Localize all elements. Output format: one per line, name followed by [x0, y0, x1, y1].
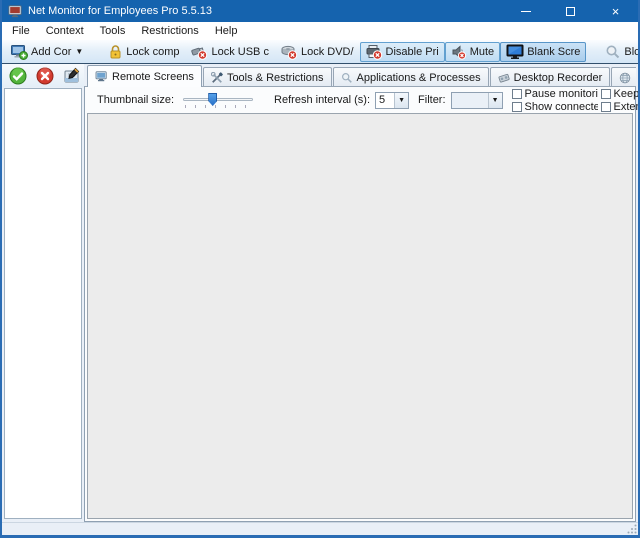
tab-strip: Remote Screens Tools & Restrictions: [84, 64, 636, 87]
chevron-down-icon: ▼: [75, 48, 83, 56]
thumbnails-area[interactable]: [87, 113, 633, 519]
window-controls: ×: [503, 0, 638, 22]
blank-screen-button[interactable]: Blank Scre: [500, 42, 586, 62]
view-controls-bar: Thumbnail size: Refresh interval (s): 5 …: [85, 87, 635, 113]
menu-tools[interactable]: Tools: [92, 23, 134, 39]
refresh-interval-label: Refresh interval (s):: [274, 94, 370, 106]
dvd-blocked-icon: [281, 44, 298, 60]
speaker-muted-icon: [451, 44, 467, 60]
tab-label: Desktop Recorder: [514, 72, 603, 84]
magnifier-icon: [341, 72, 353, 84]
thumbnail-size-label: Thumbnail size:: [97, 94, 174, 106]
tools-icon: [211, 72, 223, 84]
lock-computer-button[interactable]: Lock comp: [102, 42, 185, 62]
refresh-interval-select[interactable]: 5 ▼: [375, 92, 409, 109]
menu-file[interactable]: File: [4, 23, 38, 39]
main-toolbar: Add Cor ▼ Lock comp Lock USB c: [2, 40, 638, 64]
toolbar-button-label: Lock comp: [126, 46, 179, 58]
edit-list-icon[interactable]: [63, 67, 81, 85]
view-options: Pause monitorin Keep original asp Show c…: [512, 88, 640, 113]
chevron-down-icon: ▼: [488, 93, 502, 108]
close-button[interactable]: ×: [593, 0, 638, 22]
tab-label: Internet Control: [635, 72, 636, 84]
magnifier-icon: [605, 44, 621, 60]
green-check-circle-icon[interactable]: [9, 67, 27, 85]
usb-blocked-icon: [191, 44, 208, 60]
show-connected-option[interactable]: Show connectec: [512, 101, 598, 113]
toolbar-button-label: Blank Scre: [527, 46, 580, 58]
tab-label: Tools & Restrictions: [227, 72, 324, 84]
toolbar-button-label: Add Cor: [31, 46, 71, 58]
slider-track: [183, 98, 253, 101]
checkbox-icon[interactable]: [512, 102, 522, 112]
tab-area: Remote Screens Tools & Restrictions: [84, 64, 638, 522]
main-area: Remote Screens Tools & Restrictions: [2, 64, 638, 522]
menu-context[interactable]: Context: [38, 23, 92, 39]
remote-screens-page: Thumbnail size: Refresh interval (s): 5 …: [84, 86, 636, 522]
lock-usb-button[interactable]: Lock USB c: [185, 42, 274, 62]
checkbox-label: Keep original asp: [614, 88, 640, 100]
titlebar[interactable]: Net Monitor for Employees Pro 5.5.13 ×: [2, 0, 638, 22]
checkbox-icon[interactable]: [601, 89, 611, 99]
tab-label: Remote Screens: [112, 71, 194, 83]
recorder-icon: [498, 72, 510, 84]
menu-help[interactable]: Help: [207, 23, 246, 39]
maximize-button[interactable]: [548, 0, 593, 22]
add-computer-button[interactable]: Add Cor ▼: [5, 42, 89, 62]
toolbar-button-label: Disable Pri: [386, 46, 439, 58]
monitor-icon: [95, 71, 108, 82]
toolbar-button-label: Lock USB c: [211, 46, 268, 58]
blank-screen-icon: [506, 44, 524, 60]
padlock-icon: [108, 44, 123, 60]
maximize-icon: [566, 7, 575, 16]
checkbox-label: Show connectec: [525, 101, 598, 113]
tab-internet-control[interactable]: Internet Control: [611, 67, 636, 87]
tab-label: Applications & Processes: [357, 72, 481, 84]
lock-dvd-button[interactable]: Lock DVD/: [275, 42, 360, 62]
checkbox-label: Extend multiple: [614, 101, 640, 113]
minimize-icon: [521, 11, 531, 12]
mute-button[interactable]: Mute: [445, 42, 500, 62]
toolbar-button-label: Block Apps: [624, 46, 638, 58]
status-bar: [2, 522, 638, 535]
app-icon: [8, 4, 22, 18]
keep-aspect-option[interactable]: Keep original asp: [601, 88, 640, 100]
refresh-interval-value: 5: [376, 94, 394, 106]
filter-label: Filter:: [418, 94, 446, 106]
minimize-button[interactable]: [503, 0, 548, 22]
chevron-down-icon: ▼: [394, 93, 408, 108]
menu-bar: File Context Tools Restrictions Help: [2, 22, 638, 40]
block-apps-button[interactable]: Block Apps ▼: [599, 42, 638, 62]
printer-blocked-icon: [366, 44, 383, 60]
thumbnail-size-slider[interactable]: [183, 91, 253, 109]
resize-grip-icon[interactable]: [627, 524, 637, 534]
tab-desktop-recorder[interactable]: Desktop Recorder: [490, 67, 611, 87]
disable-printing-button[interactable]: Disable Pri: [360, 42, 445, 62]
app-window: Net Monitor for Employees Pro 5.5.13 × F…: [0, 0, 640, 538]
pause-monitoring-option[interactable]: Pause monitorin: [512, 88, 598, 100]
globe-icon: [619, 72, 631, 84]
menu-restrictions[interactable]: Restrictions: [133, 23, 206, 39]
toolbar-button-label: Lock DVD/: [301, 46, 354, 58]
checkbox-icon[interactable]: [601, 102, 611, 112]
checkbox-label: Pause monitorin: [525, 88, 598, 100]
tab-tools-restrictions[interactable]: Tools & Restrictions: [203, 67, 332, 87]
checkbox-icon[interactable]: [512, 89, 522, 99]
computer-list[interactable]: [4, 88, 82, 519]
close-icon: ×: [612, 5, 620, 18]
slider-ticks: [185, 105, 251, 108]
toolbar-button-label: Mute: [470, 46, 494, 58]
extend-multiple-option[interactable]: Extend multiple: [601, 101, 640, 113]
tab-remote-screens[interactable]: Remote Screens: [87, 65, 202, 87]
tab-applications-processes[interactable]: Applications & Processes: [333, 67, 489, 87]
computer-list-panel: [2, 64, 84, 522]
red-x-circle-icon[interactable]: [36, 67, 54, 85]
computer-list-toolbar: [2, 64, 84, 87]
filter-select[interactable]: ▼: [451, 92, 503, 109]
window-title: Net Monitor for Employees Pro 5.5.13: [28, 5, 212, 17]
add-computer-icon: [11, 44, 28, 60]
